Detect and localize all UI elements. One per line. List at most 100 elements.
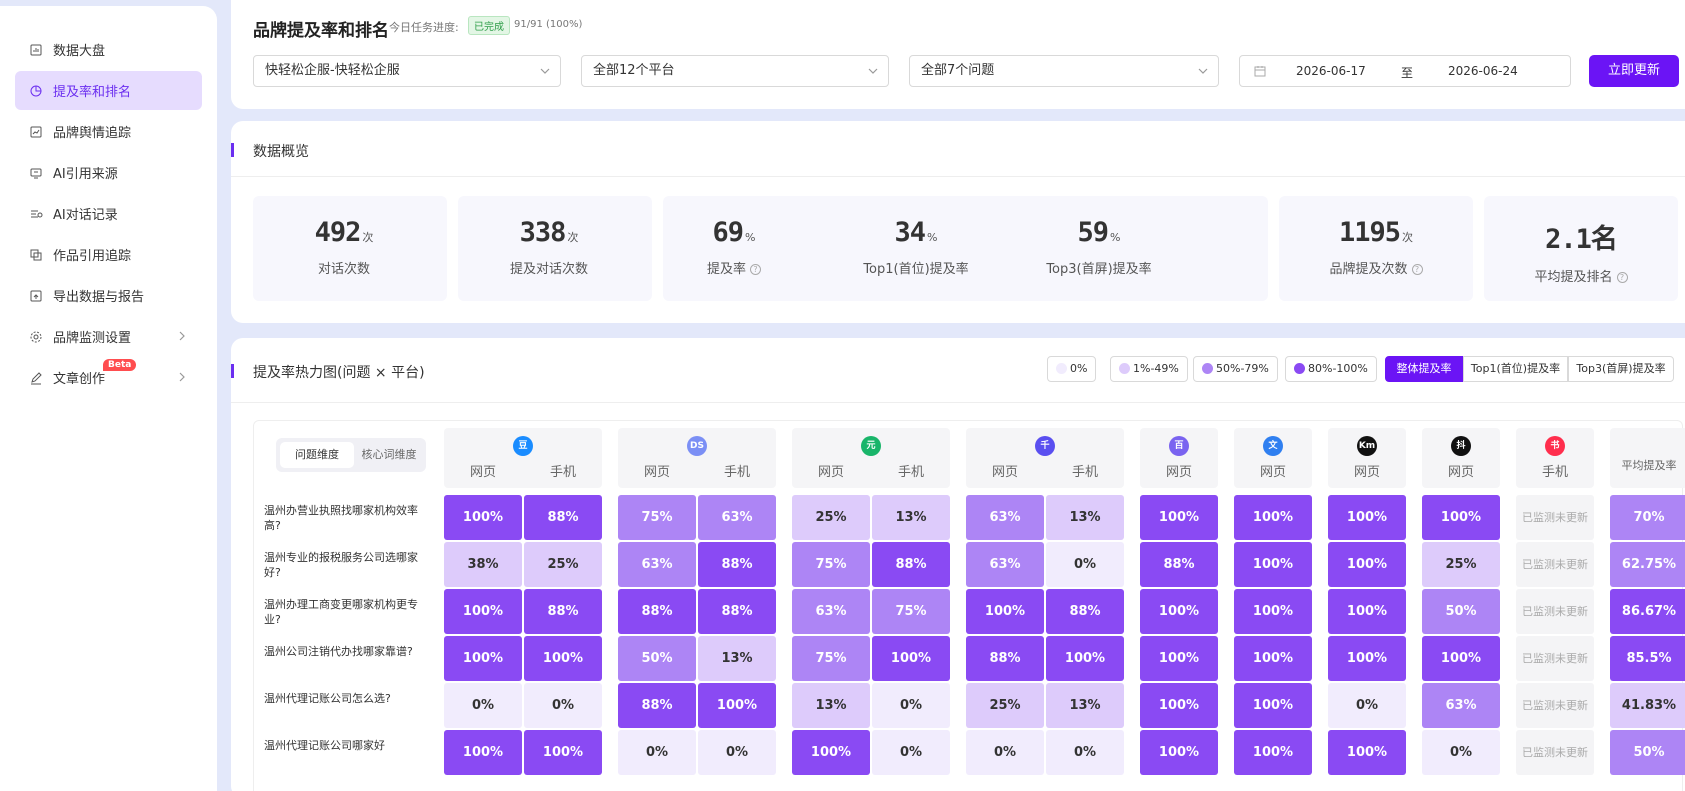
- heatmap-cell[interactable]: 38%: [444, 542, 522, 587]
- heatmap-cell[interactable]: 100%: [444, 495, 522, 540]
- heatmap-cell[interactable]: 25%: [966, 683, 1044, 728]
- heatmap-cell[interactable]: 100%: [1046, 636, 1124, 681]
- heatmap-cell[interactable]: 88%: [524, 589, 602, 634]
- heatmap-cell[interactable]: 100%: [792, 730, 870, 775]
- heatmap-cell[interactable]: 100%: [1140, 636, 1218, 681]
- heatmap-cell[interactable]: 100%: [1328, 730, 1406, 775]
- date-range-picker[interactable]: 2026-06-17 至 2026-06-24: [1239, 55, 1571, 87]
- heatmap-cell-na[interactable]: 已监测未更新: [1516, 683, 1594, 728]
- heatmap-cell[interactable]: 0%: [1328, 683, 1406, 728]
- sidebar-item-3[interactable]: AI引用来源: [15, 153, 202, 192]
- heatmap-cell[interactable]: 88%: [698, 542, 776, 587]
- tab-keyword-dimension[interactable]: 核心词维度: [356, 442, 422, 468]
- heatmap-cell[interactable]: 13%: [872, 495, 950, 540]
- heatmap-cell-na[interactable]: 已监测未更新: [1516, 730, 1594, 775]
- heatmap-cell[interactable]: 0%: [1422, 730, 1500, 775]
- heatmap-cell[interactable]: 50%: [1422, 589, 1500, 634]
- heatmap-cell[interactable]: 75%: [618, 495, 696, 540]
- heatmap-cell[interactable]: 100%: [1234, 495, 1312, 540]
- heatmap-cell[interactable]: 100%: [1422, 495, 1500, 540]
- heatmap-cell[interactable]: 100%: [444, 589, 522, 634]
- heatmap-cell[interactable]: 88%: [872, 542, 950, 587]
- heatmap-cell[interactable]: 13%: [792, 683, 870, 728]
- heatmap-cell[interactable]: 100%: [444, 730, 522, 775]
- heatmap-cell[interactable]: 63%: [966, 542, 1044, 587]
- heatmap-cell[interactable]: 88%: [1046, 589, 1124, 634]
- heatmap-cell[interactable]: 0%: [1046, 730, 1124, 775]
- heatmap-cell[interactable]: 50%: [618, 636, 696, 681]
- heatmap-cell[interactable]: 63%: [1422, 683, 1500, 728]
- help-icon[interactable]: ?: [750, 264, 761, 275]
- heatmap-cell[interactable]: 100%: [1328, 542, 1406, 587]
- metric-tab-1[interactable]: Top1(首位)提及率: [1463, 356, 1568, 382]
- heatmap-cell[interactable]: 25%: [1422, 542, 1500, 587]
- heatmap-cell[interactable]: 0%: [872, 683, 950, 728]
- heatmap-cell[interactable]: 0%: [444, 683, 522, 728]
- heatmap-cell[interactable]: 88%: [698, 589, 776, 634]
- heatmap-cell[interactable]: 100%: [966, 589, 1044, 634]
- heatmap-cell[interactable]: 100%: [1328, 589, 1406, 634]
- heatmap-cell[interactable]: 0%: [618, 730, 696, 775]
- sidebar-item-5[interactable]: 作品引用追踪: [15, 235, 202, 274]
- heatmap-cell[interactable]: 25%: [524, 542, 602, 587]
- heatmap-cell[interactable]: 0%: [524, 683, 602, 728]
- heatmap-cell[interactable]: 75%: [872, 589, 950, 634]
- heatmap-cell[interactable]: 100%: [1234, 589, 1312, 634]
- heatmap-cell[interactable]: 13%: [698, 636, 776, 681]
- heatmap-cell[interactable]: 100%: [524, 730, 602, 775]
- heatmap-cell[interactable]: 75%: [792, 636, 870, 681]
- brand-select[interactable]: 快轻松企服-快轻松企服: [253, 55, 561, 87]
- metric-tab-2[interactable]: Top3(首屏)提及率: [1568, 356, 1674, 382]
- question-select[interactable]: 全部7个问题: [909, 55, 1219, 87]
- heatmap-cell[interactable]: 25%: [792, 495, 870, 540]
- platform-select[interactable]: 全部12个平台: [581, 55, 889, 87]
- heatmap-cell[interactable]: 63%: [618, 542, 696, 587]
- heatmap-cell[interactable]: 63%: [698, 495, 776, 540]
- heatmap-cell[interactable]: 100%: [1234, 542, 1312, 587]
- heatmap-cell[interactable]: 100%: [1140, 589, 1218, 634]
- heatmap-cell[interactable]: 88%: [1140, 542, 1218, 587]
- update-now-button[interactable]: 立即更新: [1589, 55, 1679, 87]
- heatmap-cell[interactable]: 100%: [524, 636, 602, 681]
- sidebar-item-4[interactable]: AI对话记录: [15, 194, 202, 233]
- date-start[interactable]: 2026-06-17: [1296, 64, 1366, 78]
- heatmap-cell-na[interactable]: 已监测未更新: [1516, 495, 1594, 540]
- heatmap-cell[interactable]: 88%: [618, 589, 696, 634]
- heatmap-cell[interactable]: 88%: [618, 683, 696, 728]
- heatmap-cell[interactable]: 100%: [1234, 636, 1312, 681]
- help-icon[interactable]: ?: [1616, 272, 1628, 283]
- heatmap-cell[interactable]: 0%: [698, 730, 776, 775]
- heatmap-cell[interactable]: 0%: [966, 730, 1044, 775]
- heatmap-cell[interactable]: 100%: [872, 636, 950, 681]
- heatmap-cell[interactable]: 13%: [1046, 683, 1124, 728]
- heatmap-cell-na[interactable]: 已监测未更新: [1516, 636, 1594, 681]
- sidebar-item-2[interactable]: 品牌舆情追踪: [15, 112, 202, 151]
- help-icon[interactable]: ?: [1411, 264, 1423, 275]
- sidebar-item-6[interactable]: 导出数据与报告: [15, 276, 202, 315]
- heatmap-cell[interactable]: 88%: [966, 636, 1044, 681]
- heatmap-cell-na[interactable]: 已监测未更新: [1516, 542, 1594, 587]
- heatmap-cell[interactable]: 13%: [1046, 495, 1124, 540]
- heatmap-cell[interactable]: 0%: [1046, 542, 1124, 587]
- heatmap-cell-na[interactable]: 已监测未更新: [1516, 589, 1594, 634]
- heatmap-cell[interactable]: 100%: [1234, 683, 1312, 728]
- heatmap-cell[interactable]: 88%: [524, 495, 602, 540]
- heatmap-cell[interactable]: 100%: [698, 683, 776, 728]
- heatmap-cell[interactable]: 100%: [1328, 636, 1406, 681]
- heatmap-cell[interactable]: 75%: [792, 542, 870, 587]
- sidebar-item-0[interactable]: 数据大盘: [15, 30, 202, 69]
- metric-tab-0[interactable]: 整体提及率: [1385, 356, 1463, 382]
- heatmap-cell[interactable]: 100%: [1422, 636, 1500, 681]
- heatmap-cell[interactable]: 63%: [792, 589, 870, 634]
- heatmap-cell[interactable]: 63%: [966, 495, 1044, 540]
- heatmap-cell[interactable]: 100%: [1140, 495, 1218, 540]
- tab-question-dimension[interactable]: 问题维度: [280, 442, 354, 468]
- heatmap-cell[interactable]: 100%: [1140, 683, 1218, 728]
- heatmap-cell[interactable]: 100%: [1140, 730, 1218, 775]
- sidebar-item-8[interactable]: 文章创作 Beta: [15, 358, 202, 397]
- heatmap-cell[interactable]: 100%: [1234, 730, 1312, 775]
- heatmap-cell[interactable]: 100%: [1328, 495, 1406, 540]
- sidebar-item-7[interactable]: 品牌监测设置: [15, 317, 202, 356]
- date-end[interactable]: 2026-06-24: [1448, 64, 1518, 78]
- sidebar-item-1[interactable]: 提及率和排名: [15, 71, 202, 110]
